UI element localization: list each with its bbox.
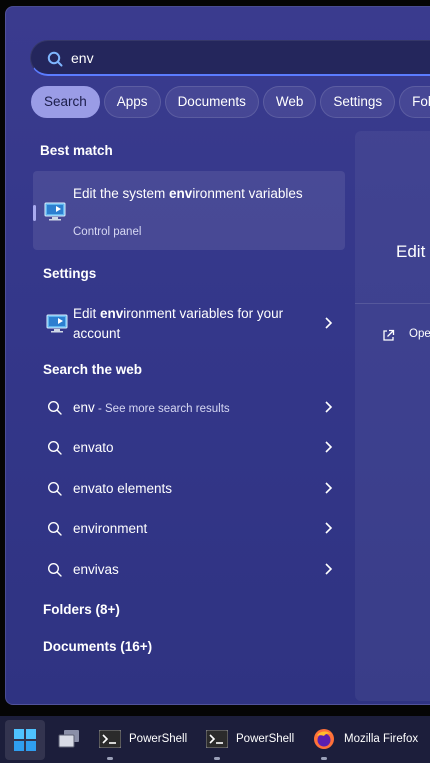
taskbar-app-powershell[interactable]: PowerShell (94, 716, 194, 763)
taskbar-app-label: PowerShell (236, 733, 295, 745)
preview-title: Edit (396, 242, 426, 261)
web-result[interactable]: envivas (33, 551, 345, 589)
best-match-subtitle: Control panel (73, 226, 142, 238)
best-match-heading: Best match (40, 143, 113, 158)
running-indicator (214, 757, 220, 760)
web-result[interactable]: envato elements (33, 470, 345, 508)
windows-logo-icon (14, 729, 36, 751)
search-input[interactable] (71, 41, 430, 75)
firefox-icon (314, 729, 334, 749)
start-search-panel: Search Apps Documents Web Settings Folde… (5, 6, 430, 705)
search-icon (47, 562, 62, 577)
best-match-title: Edit the system environment variables (73, 186, 303, 201)
settings-heading: Settings (43, 266, 97, 281)
taskbar: PowerShell PowerShell Mozilla Firefox (0, 716, 430, 763)
filter-tabs: Search Apps Documents Web Settings Folde… (31, 86, 430, 118)
folders-heading[interactable]: Folders (8+) (43, 602, 120, 617)
control-panel-icon (46, 314, 68, 333)
web-result-label: envato (73, 440, 114, 455)
open-external-icon (383, 329, 395, 341)
divider (355, 303, 430, 304)
filter-tab-folders[interactable]: Folder (399, 86, 430, 118)
search-icon (47, 440, 62, 455)
terminal-icon (99, 730, 121, 748)
task-view-icon (58, 730, 79, 748)
best-match-result[interactable]: Edit the system environment variables Co… (33, 171, 345, 250)
selection-indicator (33, 205, 36, 221)
terminal-icon (206, 730, 228, 748)
filter-tab-web[interactable]: Web (262, 86, 317, 118)
web-result-label: environment (73, 521, 148, 536)
web-result[interactable]: env - See more search results (33, 389, 345, 427)
taskbar-app-label: Mozilla Firefox (344, 733, 419, 745)
chevron-right-icon (325, 317, 333, 329)
chevron-right-icon (325, 563, 333, 575)
taskbar-app-label: PowerShell (129, 733, 188, 745)
search-icon (47, 400, 62, 415)
web-heading: Search the web (43, 362, 143, 377)
settings-result[interactable]: Edit environment variables for your acco… (33, 301, 345, 345)
web-result-label: envivas (73, 562, 119, 577)
web-result[interactable]: envato (33, 429, 345, 467)
task-view-button[interactable] (52, 716, 88, 763)
settings-result-label: Edit environment variables for your acco… (73, 306, 284, 341)
start-button[interactable] (5, 720, 45, 760)
search-icon (47, 481, 62, 496)
preview-open-action[interactable]: Ope (409, 328, 430, 340)
web-result-label: envato elements (73, 481, 173, 496)
filter-tab-apps[interactable]: Apps (103, 86, 161, 118)
search-box[interactable] (30, 40, 430, 76)
search-icon (47, 521, 62, 536)
running-indicator (321, 757, 327, 760)
chevron-right-icon (325, 522, 333, 534)
filter-tab-search[interactable]: Search (31, 86, 100, 118)
taskbar-app-powershell[interactable]: PowerShell (201, 716, 301, 763)
web-result-label: env - See more search results (73, 400, 230, 415)
search-icon (47, 51, 63, 67)
control-panel-icon (44, 202, 66, 221)
web-result[interactable]: environment (33, 510, 345, 548)
chevron-right-icon (325, 441, 333, 453)
preview-pane: Edit Ope (355, 131, 430, 701)
chevron-right-icon (325, 401, 333, 413)
running-indicator (107, 757, 113, 760)
documents-heading[interactable]: Documents (16+) (43, 639, 152, 654)
filter-tab-settings[interactable]: Settings (320, 86, 396, 118)
filter-tab-documents[interactable]: Documents (164, 86, 259, 118)
taskbar-app-firefox[interactable]: Mozilla Firefox (309, 716, 430, 763)
chevron-right-icon (325, 482, 333, 494)
